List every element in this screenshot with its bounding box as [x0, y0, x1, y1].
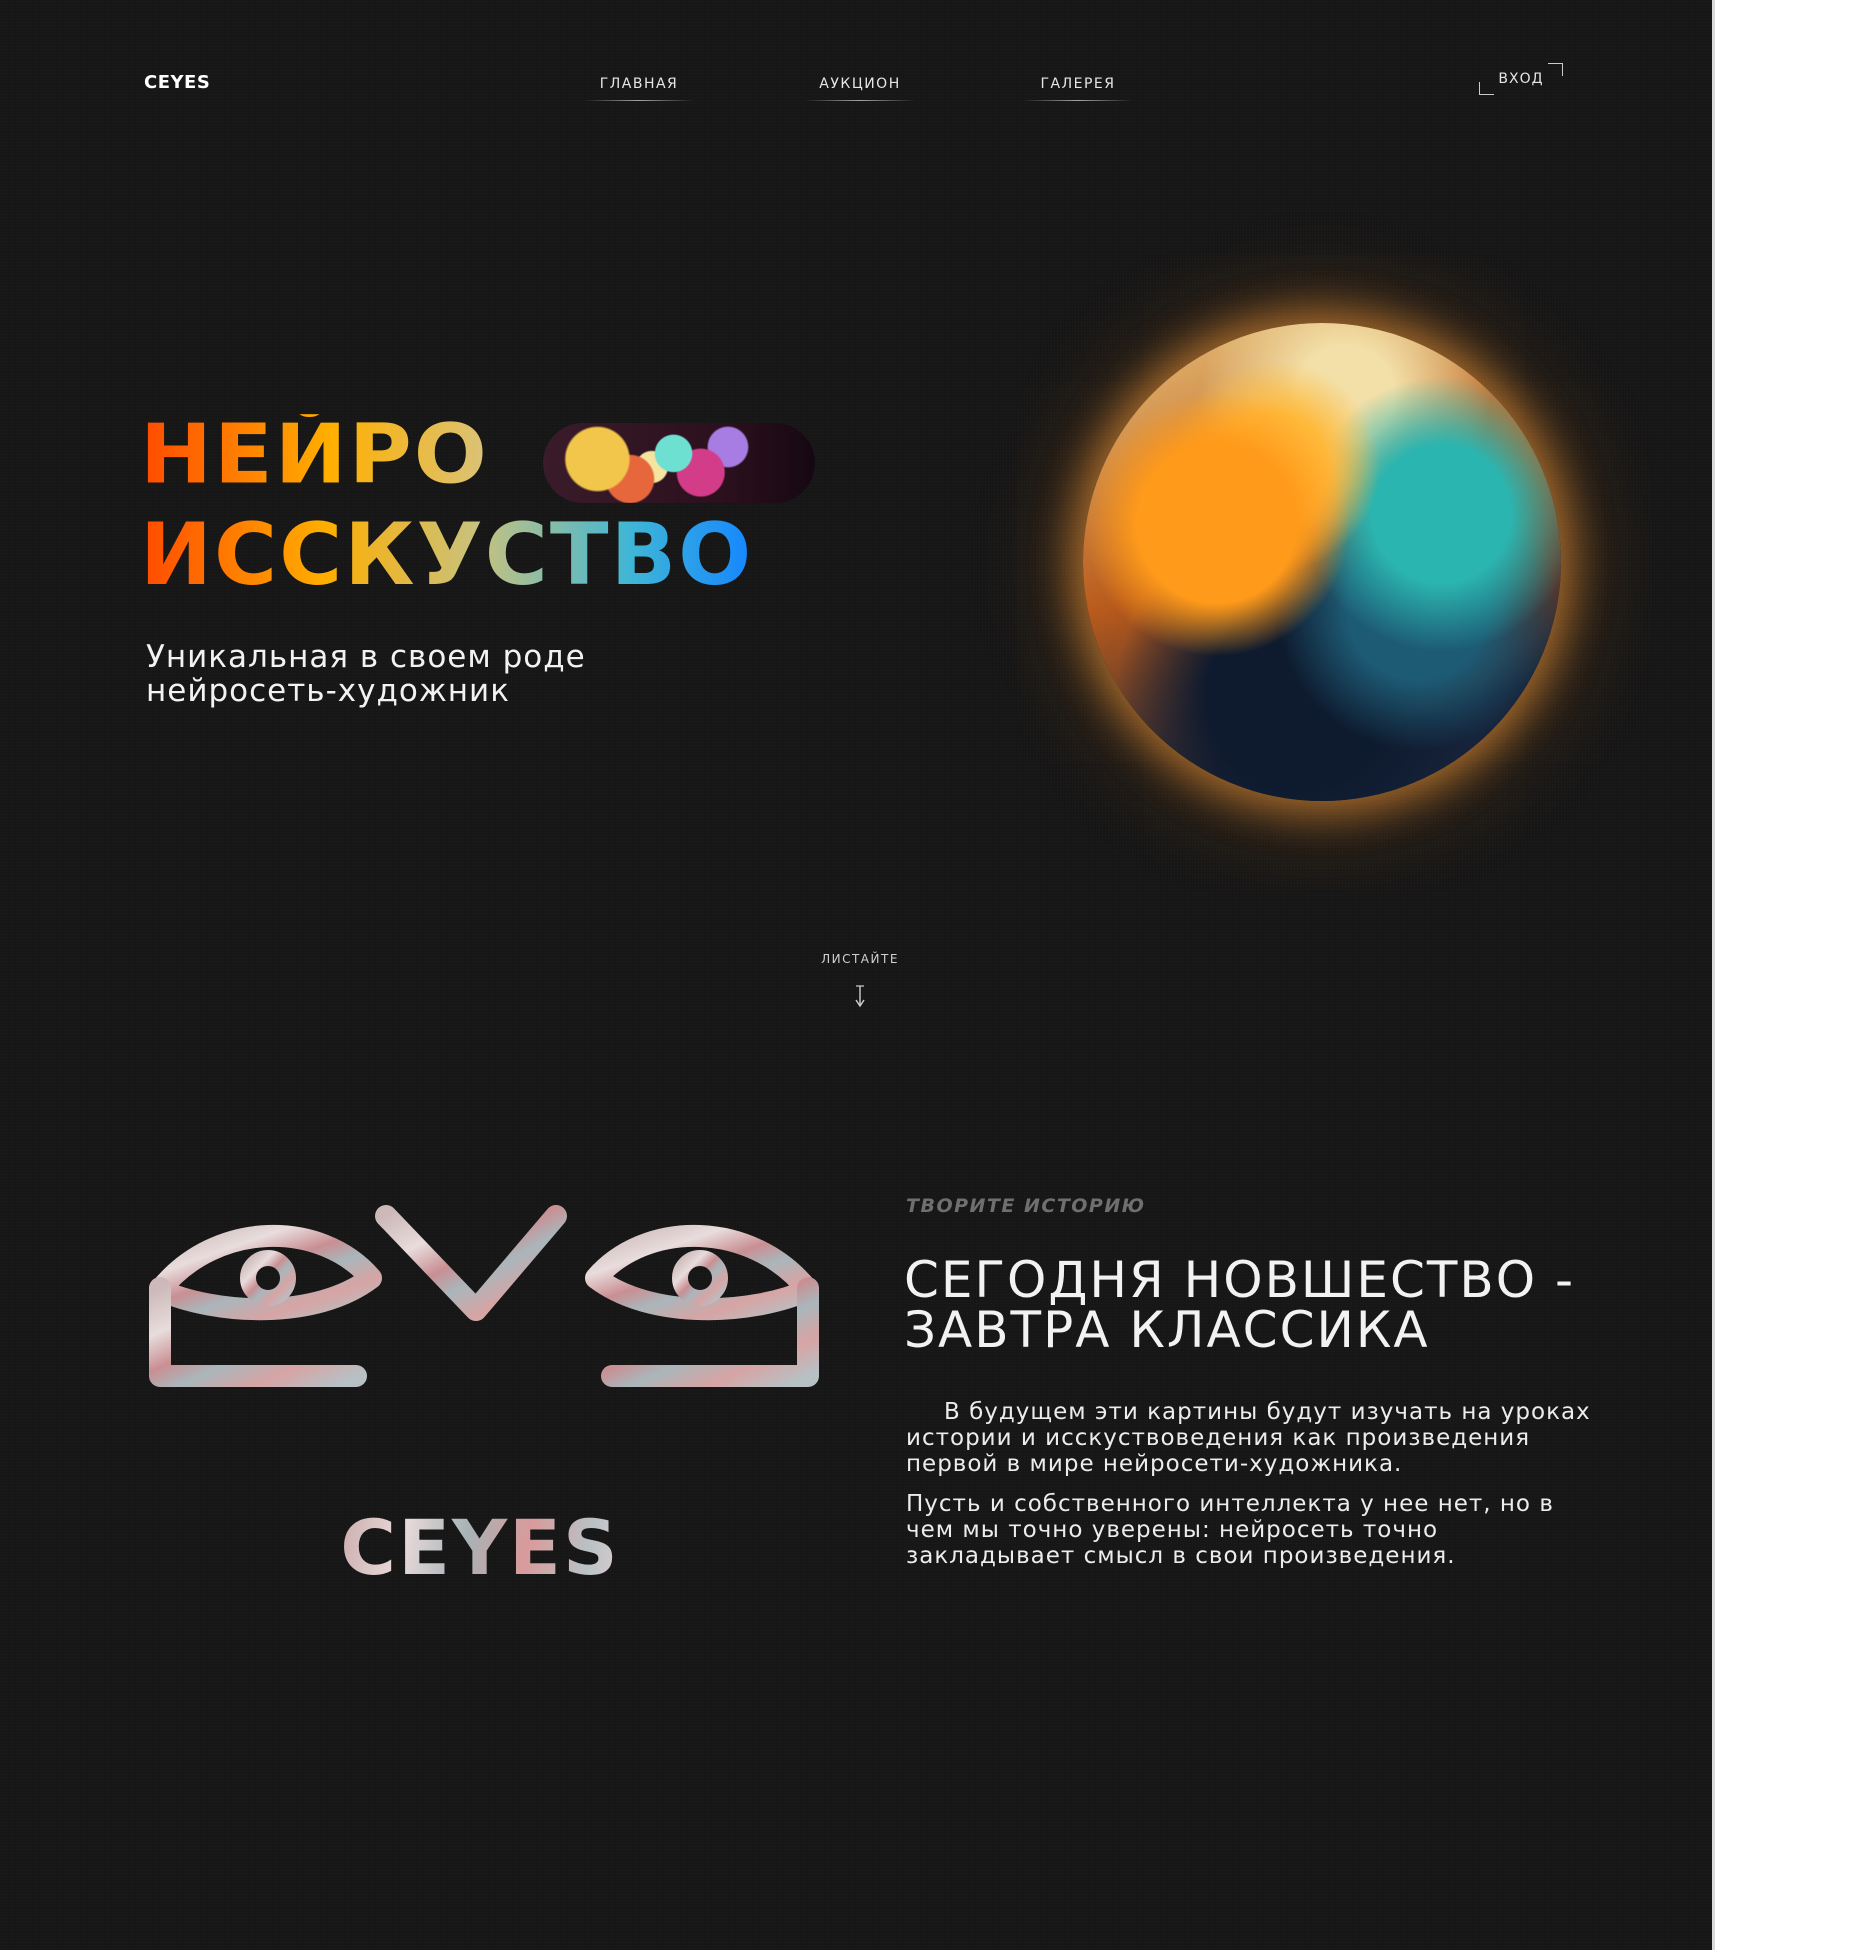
- page-edge-divider: [1712, 0, 1715, 1950]
- hero-subtitle-line2: нейросеть-художник: [146, 673, 510, 709]
- login-button[interactable]: ВХОД: [1479, 63, 1563, 95]
- corner-bracket-icon: [1479, 82, 1494, 95]
- body-paragraph-2: Пусть и собственного интеллекта у нее не…: [906, 1491, 1554, 1569]
- nav-item-main[interactable]: ГЛАВНАЯ: [584, 76, 694, 101]
- nav-item-auction[interactable]: АУКЦИОН: [805, 76, 915, 101]
- hero-art-pill-image: [543, 423, 815, 503]
- hero-title-line2: ИССКУСТВО: [140, 505, 754, 605]
- headline-line2: ЗАВТРА КЛАССИКА: [904, 1301, 1430, 1359]
- section-body: В будущем эти картины будут изучать на у…: [906, 1399, 1606, 1583]
- corner-bracket-icon: [1548, 63, 1563, 76]
- down-arrow-icon[interactable]: [852, 984, 868, 1008]
- hero-title-line1: НЕЙРО: [140, 407, 489, 503]
- hero-orb-artwork-image: [1083, 323, 1561, 801]
- section-headline: СЕГОДНЯ НОВШЕСТВО - ЗАВТРА КЛАССИКА: [904, 1255, 1624, 1355]
- hero-subtitle-line1: Уникальная в своем роде: [146, 639, 586, 675]
- section-eyebrow: ТВОРИТЕ ИСТОРИЮ: [906, 1195, 1146, 1217]
- brand-wordmark: CEYES: [330, 1510, 630, 1586]
- nav-item-gallery[interactable]: ГАЛЕРЕЯ: [1023, 76, 1133, 101]
- page: CEYES ГЛАВНАЯ АУКЦИОН ГАЛЕРЕЯ ВХОД НЕЙРО…: [0, 0, 1712, 1950]
- site-logo[interactable]: CEYES: [144, 72, 210, 93]
- login-label: ВХОД: [1498, 71, 1544, 87]
- eyes-logo-icon: [149, 1205, 819, 1443]
- headline-line1: СЕГОДНЯ НОВШЕСТВО -: [904, 1251, 1576, 1309]
- hero-subtitle: Уникальная в своем роде нейросеть-художн…: [146, 640, 586, 708]
- body-paragraph-1: В будущем эти картины будут изучать на у…: [906, 1399, 1591, 1477]
- scroll-hint-label: ЛИСТАЙТЕ: [821, 952, 899, 966]
